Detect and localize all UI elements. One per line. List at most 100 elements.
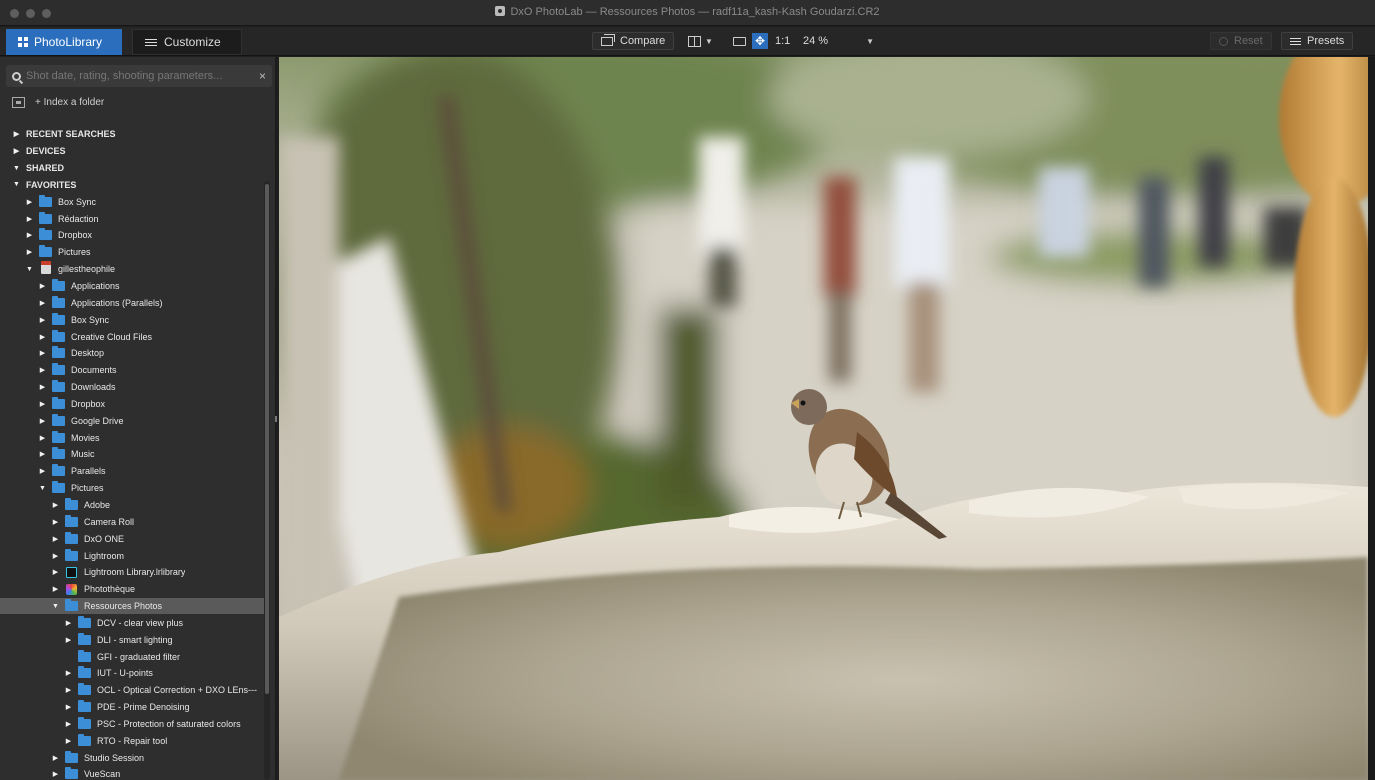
presets-button[interactable]: Presets <box>1281 32 1354 50</box>
folder-item-label: Lightroom Library.lrlibrary <box>84 567 186 578</box>
compare-button[interactable]: Compare <box>592 32 675 50</box>
split-view-dropdown[interactable]: ▼ <box>688 32 713 50</box>
tab-customize[interactable]: Customize <box>132 29 242 55</box>
disclosure-expanded-icon[interactable]: ▼ <box>12 181 21 188</box>
disclosure-collapsed-icon[interactable]: ▶ <box>38 333 47 341</box>
folder-item[interactable]: ▶ Movies <box>0 429 266 446</box>
sidebar-scrollbar[interactable] <box>265 184 269 694</box>
disclosure-collapsed-icon[interactable]: ▶ <box>25 215 34 223</box>
folder-icon <box>65 599 78 612</box>
disclosure-collapsed-icon[interactable]: ▶ <box>25 248 34 256</box>
disclosure-collapsed-icon[interactable]: ▶ <box>64 636 73 644</box>
folder-item[interactable]: ▶ Creative Cloud Files <box>0 328 266 345</box>
folder-item[interactable]: ▶ Box Sync <box>0 193 266 210</box>
folder-item[interactable]: ▶ Google Drive <box>0 412 266 429</box>
disclosure-collapsed-icon[interactable]: ▶ <box>64 619 73 627</box>
folder-item[interactable]: ▶ Rédaction <box>0 210 266 227</box>
disclosure-collapsed-icon[interactable]: ▶ <box>51 568 60 576</box>
disclosure-expanded-icon[interactable]: ▼ <box>12 165 21 172</box>
folder-item[interactable]: ▶ Documents <box>0 362 266 379</box>
disclosure-collapsed-icon[interactable]: ▶ <box>38 366 47 374</box>
folder-item[interactable]: ▶ DLI - smart lighting <box>0 631 266 648</box>
disclosure-collapsed-icon[interactable]: ▶ <box>25 198 34 206</box>
disclosure-collapsed-icon[interactable]: ▶ <box>38 450 47 458</box>
folder-item[interactable]: ▶ Studio Session <box>0 749 266 766</box>
disclosure-collapsed-icon[interactable]: ▶ <box>38 467 47 475</box>
index-folder-button[interactable]: + Index a folder <box>12 97 104 108</box>
disclosure-collapsed-icon[interactable]: ▶ <box>38 316 47 324</box>
disclosure-expanded-icon[interactable]: ▼ <box>51 603 60 610</box>
section-header[interactable]: ▶ DEVICES <box>0 143 266 160</box>
folder-item[interactable]: ▶ Desktop <box>0 345 266 362</box>
disclosure-expanded-icon[interactable]: ▼ <box>25 266 34 273</box>
folder-item[interactable]: ▶ IUT - U-points <box>0 665 266 682</box>
disclosure-collapsed-icon[interactable]: ▶ <box>51 585 60 593</box>
folder-item[interactable]: ▶ Lightroom Library.lrlibrary <box>0 564 266 581</box>
disclosure-collapsed-icon[interactable]: ▶ <box>64 686 73 694</box>
folder-item[interactable]: ▶ Adobe <box>0 497 266 514</box>
disclosure-collapsed-icon[interactable]: ▶ <box>38 434 47 442</box>
clear-search-button[interactable]: × <box>259 69 266 83</box>
folder-item[interactable]: ▶ Applications (Parallels) <box>0 294 266 311</box>
folder-item[interactable]: ▶ VueScan <box>0 766 266 780</box>
folder-item-label: RECENT SEARCHES <box>26 129 116 140</box>
section-header[interactable]: ▼ SHARED <box>0 160 266 177</box>
tab-photolibrary[interactable]: PhotoLibrary <box>6 29 122 55</box>
disclosure-collapsed-icon[interactable]: ▶ <box>38 349 47 357</box>
disclosure-collapsed-icon[interactable]: ▶ <box>64 703 73 711</box>
zoom-select[interactable]: 24 % ▼ <box>803 32 874 50</box>
folder-item[interactable]: ▼ Pictures <box>0 480 266 497</box>
folder-item[interactable]: ▶ DCV - clear view plus <box>0 614 266 631</box>
folder-item[interactable]: ▶GFI - graduated filter <box>0 648 266 665</box>
disclosure-collapsed-icon[interactable]: ▶ <box>38 417 47 425</box>
zoom-1to1-button[interactable]: 1:1 <box>775 32 790 50</box>
disclosure-collapsed-icon[interactable]: ▶ <box>51 754 60 762</box>
disclosure-collapsed-icon[interactable]: ▶ <box>38 383 47 391</box>
folder-item[interactable]: ▶ RTO - Repair tool <box>0 732 266 749</box>
folder-item-label: Documents <box>71 365 117 376</box>
frame-toggle[interactable] <box>733 32 746 50</box>
grid-icon <box>18 37 28 47</box>
section-header[interactable]: ▶ RECENT SEARCHES <box>0 126 266 143</box>
folder-item[interactable]: ▶ PDE - Prime Denoising <box>0 699 266 716</box>
folder-item[interactable]: ▶ Applications <box>0 278 266 295</box>
disclosure-collapsed-icon[interactable]: ▶ <box>38 282 47 290</box>
folder-item[interactable]: ▶ DxO ONE <box>0 530 266 547</box>
folder-item[interactable]: ▶ Parallels <box>0 463 266 480</box>
disclosure-collapsed-icon[interactable]: ▶ <box>12 130 21 138</box>
folder-item[interactable]: ▶ Photothèque <box>0 581 266 598</box>
disclosure-collapsed-icon[interactable]: ▶ <box>64 737 73 745</box>
disclosure-collapsed-icon[interactable]: ▶ <box>38 299 47 307</box>
disclosure-collapsed-icon[interactable]: ▶ <box>51 501 60 509</box>
folder-item[interactable]: ▶ Dropbox <box>0 396 266 413</box>
folder-item[interactable]: ▼ gillestheophile <box>0 261 266 278</box>
disclosure-collapsed-icon[interactable]: ▶ <box>64 720 73 728</box>
disclosure-collapsed-icon[interactable]: ▶ <box>25 231 34 239</box>
folder-item[interactable]: ▶ Lightroom <box>0 547 266 564</box>
disclosure-expanded-icon[interactable]: ▼ <box>38 485 47 492</box>
reset-button[interactable]: Reset <box>1210 32 1272 50</box>
folder-item[interactable]: ▼ Ressources Photos <box>0 597 266 615</box>
folder-item[interactable]: ▶ OCL - Optical Correction + DXO LEns--- <box>0 682 266 699</box>
folder-tree: ▶ RECENT SEARCHES ▶ DEVICES ▼ SHARED ▼ FAVORITE… <box>0 126 266 780</box>
disclosure-collapsed-icon[interactable]: ▶ <box>51 535 60 543</box>
folder-item[interactable]: ▶ PSC - Protection of saturated colors <box>0 716 266 733</box>
disclosure-collapsed-icon[interactable]: ▶ <box>38 400 47 408</box>
sidebar-resize-handle[interactable] <box>275 416 277 422</box>
disclosure-collapsed-icon[interactable]: ▶ <box>51 518 60 526</box>
folder-item[interactable]: ▶ Camera Roll <box>0 513 266 530</box>
disclosure-collapsed-icon[interactable]: ▶ <box>12 147 21 155</box>
folder-item[interactable]: ▶ Pictures <box>0 244 266 261</box>
folder-item[interactable]: ▶ Box Sync <box>0 311 266 328</box>
folder-item[interactable]: ▶ Downloads <box>0 379 266 396</box>
folder-icon <box>52 447 65 460</box>
search-field[interactable]: Shot date, rating, shooting parameters..… <box>6 65 272 87</box>
disclosure-collapsed-icon[interactable]: ▶ <box>51 770 60 778</box>
section-header[interactable]: ▼ FAVORITES <box>0 177 266 194</box>
photo-viewer[interactable] <box>279 57 1368 780</box>
disclosure-collapsed-icon[interactable]: ▶ <box>51 552 60 560</box>
folder-item[interactable]: ▶ Music <box>0 446 266 463</box>
folder-item[interactable]: ▶ Dropbox <box>0 227 266 244</box>
move-tool-button[interactable]: ✥ <box>752 32 768 50</box>
disclosure-collapsed-icon[interactable]: ▶ <box>64 669 73 677</box>
